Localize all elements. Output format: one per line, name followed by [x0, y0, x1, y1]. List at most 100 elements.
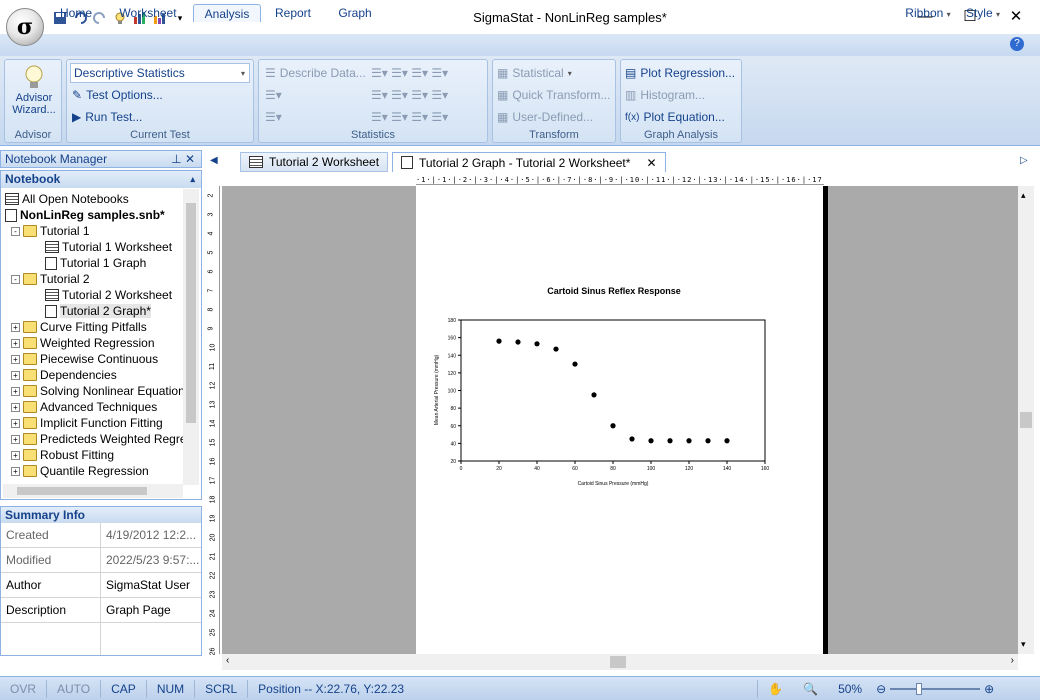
expand-icon[interactable]: +	[11, 338, 20, 348]
ruler-tick: 2	[207, 193, 215, 198]
data-point[interactable]	[629, 436, 635, 442]
user-defined-button[interactable]: ▦ User-Defined...	[497, 110, 593, 124]
expand-icon[interactable]: +	[11, 450, 20, 460]
zoom-slider[interactable]	[890, 682, 981, 695]
tree-item[interactable]: Tutorial 1 Worksheet	[45, 239, 172, 255]
zoom-icon[interactable]: 🔍	[793, 680, 828, 698]
document-vscroll[interactable]: ▴ ▾	[1018, 186, 1034, 654]
application-menu-button[interactable]: σ	[6, 8, 44, 46]
summary-row-author[interactable]: Author SigmaStat User	[1, 572, 201, 598]
run-test-button[interactable]: ▶ Run Test...	[72, 110, 142, 124]
tab-tutorial-2-worksheet[interactable]: Tutorial 2 Worksheet	[240, 152, 389, 172]
tree-item[interactable]: Tutorial 2 Graph*	[45, 303, 151, 319]
x-tick-label: 160	[761, 466, 770, 472]
document-hscroll[interactable]: ‹ ›	[222, 654, 1018, 670]
histogram-button[interactable]: ▥ Histogram...	[625, 88, 705, 102]
describe-data-button[interactable]: ☰ Describe Data...	[265, 66, 366, 80]
stat-menu-1[interactable]: ☰▾ ☰▾ ☰▾ ☰▾	[371, 66, 448, 80]
tab-worksheet[interactable]: Worksheet	[110, 4, 186, 22]
tree-item[interactable]: Tutorial 2 Worksheet	[45, 287, 172, 303]
data-point[interactable]	[705, 438, 711, 444]
tab-graph[interactable]: Graph	[330, 4, 380, 22]
summary-row-empty	[1, 623, 201, 655]
expand-icon[interactable]: +	[11, 354, 20, 364]
tree-hscroll[interactable]	[3, 484, 183, 498]
collapse-icon[interactable]: ▴	[190, 171, 201, 188]
plot-regression-button[interactable]: ▤ Plot Regression...	[625, 66, 735, 80]
tree-vscroll[interactable]	[183, 189, 199, 485]
expand-icon[interactable]: +	[11, 386, 20, 396]
zoom-out-icon[interactable]: ⊖	[872, 682, 890, 696]
scatter-chart[interactable]: Cartoid Sinus Reflex Response Cartoid Si…	[416, 186, 824, 654]
tree-item[interactable]: + Curve Fitting Pitfalls	[11, 319, 147, 335]
statistical-button[interactable]: ▦ Statistical ▾	[497, 66, 572, 80]
data-point[interactable]	[572, 361, 578, 367]
quick-transform-button[interactable]: ▦ Quick Transform...	[497, 88, 610, 102]
tree-item[interactable]: - Tutorial 1	[11, 223, 90, 239]
expand-icon[interactable]: +	[11, 418, 20, 428]
tree-item[interactable]: + Quantile Regression	[11, 463, 149, 479]
collapse-icon[interactable]: -	[11, 226, 20, 236]
stat-menu-3[interactable]: ☰▾	[265, 110, 282, 124]
status-num: NUM	[147, 679, 196, 698]
collapse-icon[interactable]: -	[11, 274, 20, 284]
help-icon[interactable]: ?	[1010, 37, 1024, 51]
function-icon: f(x)	[625, 111, 640, 123]
tab-analysis[interactable]: Analysis	[193, 4, 261, 22]
data-point[interactable]	[610, 423, 616, 429]
tree-item[interactable]: - Tutorial 2	[11, 271, 90, 287]
test-select[interactable]: Descriptive Statistics ▾	[70, 63, 250, 83]
close-tab-icon[interactable]: ✕	[646, 156, 656, 170]
pin-close-icons[interactable]: ⊥ ✕	[171, 151, 195, 167]
expand-icon[interactable]: +	[11, 370, 20, 380]
tab-tutorial-2-graph[interactable]: Tutorial 2 Graph - Tutorial 2 Worksheet*…	[392, 152, 666, 172]
data-point[interactable]	[553, 346, 559, 352]
tree-item[interactable]: + Implicit Function Fitting	[11, 415, 163, 431]
data-point[interactable]	[667, 438, 673, 444]
tree-item[interactable]: + Solving Nonlinear Equation	[11, 383, 183, 399]
data-point[interactable]	[515, 339, 521, 345]
tree-item[interactable]: Tutorial 1 Graph	[45, 255, 146, 271]
hand-icon[interactable]: ✋	[758, 680, 793, 698]
expand-icon[interactable]: +	[11, 434, 20, 444]
stat-menu-4[interactable]: ☰▾ ☰▾ ☰▾ ☰▾	[371, 88, 448, 102]
advisor-wizard-button[interactable]: Advisor Wizard...	[11, 64, 57, 116]
data-point[interactable]	[648, 438, 654, 444]
close-button[interactable]: ✕	[1006, 8, 1026, 26]
stat-menu-5[interactable]: ☰▾ ☰▾ ☰▾ ☰▾	[371, 110, 448, 124]
tree-item[interactable]: + Piecewise Continuous	[11, 351, 158, 367]
tree-item[interactable]: + Dependencies	[11, 367, 117, 383]
tree-item[interactable]: NonLinReg samples.snb*	[5, 207, 165, 223]
transform-icon: ▦	[497, 66, 509, 80]
ribbon-menu[interactable]: Ribbon ▾	[900, 4, 956, 22]
stat-menu-2[interactable]: ☰▾	[265, 88, 282, 102]
summary-row-description[interactable]: Description Graph Page	[1, 597, 201, 623]
graph-page[interactable]: Cartoid Sinus Reflex Response Cartoid Si…	[416, 186, 824, 654]
expand-icon[interactable]: +	[11, 466, 20, 476]
data-point[interactable]	[724, 438, 730, 444]
tree-item[interactable]: + Predicteds Weighted Regres	[11, 431, 183, 447]
tab-scroll-right-icon[interactable]: ▷	[1020, 155, 1028, 166]
data-point[interactable]	[686, 438, 692, 444]
data-point[interactable]	[534, 341, 540, 347]
zoom-in-icon[interactable]: ⊕	[980, 682, 998, 696]
tab-scroll-left-icon[interactable]: ◀	[210, 155, 218, 166]
expand-icon[interactable]: +	[11, 402, 20, 412]
data-point[interactable]	[496, 338, 502, 344]
tab-report[interactable]: Report	[268, 4, 318, 22]
ribbon-tab-bar	[0, 34, 1040, 56]
ruler-tick: 15	[209, 438, 217, 447]
tree-item[interactable]: + Advanced Techniques	[11, 399, 157, 415]
tree-item[interactable]: + Robust Fitting	[11, 447, 114, 463]
expand-icon[interactable]: +	[11, 322, 20, 332]
tab-home[interactable]: Home	[52, 4, 100, 22]
tree-item[interactable]: All Open Notebooks	[5, 191, 129, 207]
test-options-button[interactable]: ✎ Test Options...	[72, 88, 163, 102]
folder-icon	[23, 465, 37, 477]
data-point[interactable]	[591, 392, 597, 398]
plot-equation-button[interactable]: f(x) Plot Equation...	[625, 110, 725, 124]
tree-item[interactable]: + Weighted Regression	[11, 335, 155, 351]
folder-icon	[23, 401, 37, 413]
status-bar: OVR AUTO CAP NUM SCRL Position -- X:22.7…	[0, 676, 1040, 700]
style-menu[interactable]: Style ▾	[960, 4, 1006, 22]
